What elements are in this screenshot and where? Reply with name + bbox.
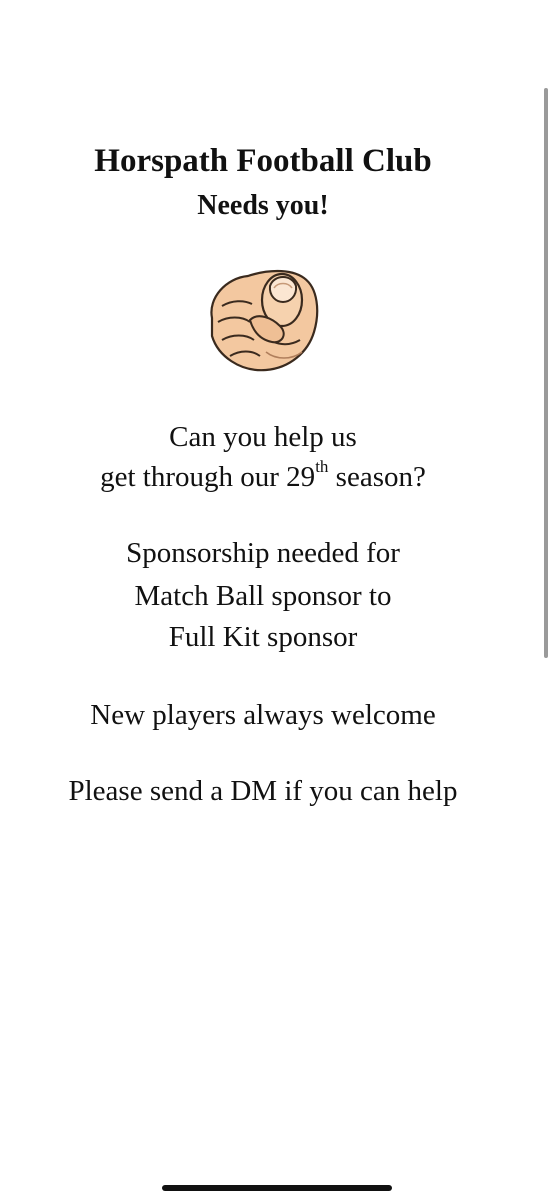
ordinal-suffix: th <box>315 457 329 476</box>
poster-subtitle: Needs you! <box>197 190 329 221</box>
dm-line: Please send a DM if you can help <box>68 775 458 807</box>
players-line: New players always welcome <box>90 699 436 731</box>
home-indicator[interactable] <box>162 1185 392 1191</box>
poster-document: Horspath Football Club Needs you! Can yo… <box>0 0 554 1200</box>
question-line-1: Can you help us <box>169 421 357 453</box>
sponsor-line-3: Full Kit sponsor <box>168 621 358 653</box>
sponsor-line-2: Match Ball sponsor to <box>134 580 392 612</box>
scrollbar[interactable] <box>544 88 548 658</box>
pointing-finger-icon <box>210 269 319 372</box>
question-line-2-end: season? <box>328 461 426 493</box>
poster-title: Horspath Football Club <box>94 143 432 179</box>
question-line-2: get through our 29th season? <box>0 457 526 494</box>
sponsor-line-1: Sponsorship needed for <box>126 537 400 569</box>
question-line-2-main: get through our 29 <box>100 461 316 493</box>
